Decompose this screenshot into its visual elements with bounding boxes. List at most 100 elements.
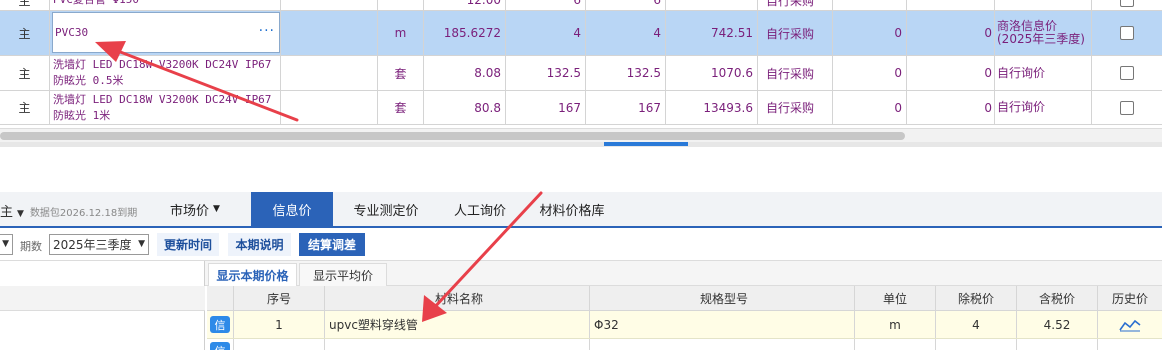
scrollbar-thumb[interactable] — [0, 132, 905, 140]
app-root: 主 PVC复合管 Φ150 12.00 6 6 自行采购 主 m 185.627… — [0, 0, 1162, 350]
chevron-down-icon: ▼ — [213, 204, 220, 214]
header-ex-tax: 除税价 — [936, 286, 1017, 310]
table-row[interactable]: 主 洗墙灯 LED DC18W V3200K DC24V IP67 防眩光 1米… — [0, 91, 1162, 125]
table-row-selected[interactable]: 主 m 185.6272 4 4 742.51 自行采购 0 0 商洛信息价(2… — [0, 11, 1162, 56]
tab-market-price[interactable]: 市场价 ▼ — [152, 192, 238, 226]
info-price-table: 序号 材料名称 规格型号 单位 除税价 含税价 历史价 信 1 upvc塑料穿线… — [207, 286, 1162, 350]
chevron-down-icon: ▼ — [2, 239, 9, 249]
cell-zero — [833, 0, 907, 10]
header-badge — [207, 286, 234, 310]
cell-qty: 167 — [586, 91, 666, 124]
header-unit: 单位 — [855, 286, 936, 310]
cell-price: 80.8 — [424, 91, 506, 124]
package-expiry: 数据包2026.12.18到期 — [29, 208, 138, 219]
cell-source: 自行采购 — [758, 11, 833, 55]
cell-spec — [281, 11, 378, 55]
cell-zero — [907, 0, 995, 10]
cell-name[interactable]: 洗墙灯 LED DC18W V3200K DC24V IP67 防眩光 1米 — [50, 91, 281, 124]
cell-price: 185.6272 — [424, 11, 506, 55]
tab-info-price[interactable]: 信息价 — [251, 192, 333, 226]
table-header: 序号 材料名称 规格型号 单位 除税价 含税价 历史价 — [207, 286, 1162, 311]
cell-unit: m — [378, 11, 424, 55]
history-chart-icon[interactable] — [1119, 318, 1141, 332]
table-row-highlighted[interactable]: 信 1 upvc塑料穿线管 Φ32 m 4 4.52 — [207, 311, 1162, 339]
cell-name — [325, 339, 590, 350]
table-row[interactable]: 信 — [207, 339, 1162, 350]
table-row[interactable]: 主 洗墙灯 LED DC18W V3200K DC24V IP67 防眩光 0.… — [0, 56, 1162, 91]
tab-current-price[interactable]: 显示本期价格 — [208, 263, 297, 286]
cell-type: 主 — [0, 56, 50, 90]
cell-qty: 6 — [506, 0, 586, 10]
cell-zero: 0 — [833, 56, 907, 90]
cell-qty: 132.5 — [506, 56, 586, 90]
chevron-down-icon[interactable]: ▼ — [17, 209, 24, 219]
header-spec: 规格型号 — [590, 286, 855, 310]
cell-checkbox[interactable] — [1092, 11, 1162, 55]
cell-history[interactable] — [1098, 311, 1162, 338]
tab-average-price[interactable]: 显示平均价 — [299, 263, 387, 286]
period-value: 2025年三季度 — [53, 238, 132, 252]
cell-total: 1070.6 — [666, 56, 758, 90]
settlement-adjust-button[interactable]: 结算调差 — [299, 233, 365, 256]
horizontal-scrollbar[interactable] — [0, 128, 1162, 142]
cell-qty: 4 — [506, 11, 586, 55]
header-name: 材料名称 — [325, 286, 590, 310]
tab-professional-price[interactable]: 专业测定价 — [333, 192, 439, 226]
cell-zero: 0 — [907, 91, 995, 124]
cell-history — [1098, 339, 1162, 350]
cell-spec — [281, 0, 378, 10]
name-edit-value: PVC30 — [55, 26, 89, 39]
package-lead-char: 主 — [0, 205, 14, 220]
region-select[interactable]: ▼ — [0, 234, 13, 255]
table-row[interactable]: 主 PVC复合管 Φ150 12.00 6 6 自行采购 — [0, 0, 1162, 11]
cell-total: 13493.6 — [666, 91, 758, 124]
cell-unit: 套 — [378, 91, 424, 124]
cell-checkbox[interactable] — [1092, 91, 1162, 124]
tab-manual-inquiry[interactable]: 人工询价 — [439, 192, 521, 226]
cell-name[interactable]: 洗墙灯 LED DC18W V3200K DC24V IP67 防眩光 0.5米 — [50, 56, 281, 90]
filter-bar: ▼ 期数 2025年三季度 ▼ 更新时间 本期说明 结算调差 — [0, 228, 1162, 261]
cell-checkbox[interactable] — [1092, 0, 1162, 10]
cell-unit: 套 — [378, 56, 424, 90]
cell-note: 自行询价 — [995, 91, 1092, 124]
tab-material-library[interactable]: 材料价格库 — [521, 192, 623, 226]
cell-name: PVC复合管 Φ150 — [50, 0, 281, 10]
period-select[interactable]: 2025年三季度 ▼ — [49, 234, 149, 255]
cell-qty: 6 — [586, 0, 666, 10]
more-options-button[interactable]: ··· — [259, 23, 275, 39]
cell-ex-tax — [936, 339, 1017, 350]
splitter-grip[interactable]: ▼ — [604, 142, 688, 146]
row-checkbox[interactable] — [1120, 0, 1134, 7]
cell-note — [995, 0, 1092, 10]
tab-label: 市场价 — [170, 203, 210, 219]
cell-source: 自行采购 — [758, 56, 833, 90]
empty-area — [0, 147, 1162, 192]
cell-zero: 0 — [907, 11, 995, 55]
tree-header — [0, 286, 205, 311]
region-tree-panel — [0, 261, 205, 350]
cell-zero: 0 — [833, 11, 907, 55]
cell-spec — [590, 339, 855, 350]
cell-price: 8.08 — [424, 56, 506, 90]
row-checkbox[interactable] — [1120, 26, 1134, 40]
price-view-tabs: 显示本期价格 显示平均价 — [205, 261, 1162, 286]
cell-total: 742.51 — [666, 11, 758, 55]
row-checkbox[interactable] — [1120, 66, 1134, 80]
cell-checkbox[interactable] — [1092, 56, 1162, 90]
row-checkbox[interactable] — [1120, 100, 1134, 115]
cell-note: 商洛信息价(2025年三季度) — [995, 11, 1092, 55]
cell-qty: 167 — [506, 91, 586, 124]
period-notes-button[interactable]: 本期说明 — [228, 233, 291, 256]
name-edit-field[interactable]: PVC30 ··· — [52, 12, 280, 53]
cell-unit — [378, 0, 424, 10]
cell-qty: 4 — [586, 11, 666, 55]
cell-unit — [855, 339, 936, 350]
chevron-down-icon: ▼ — [138, 239, 145, 249]
cell-zero: 0 — [907, 56, 995, 90]
cell-price: 12.00 — [424, 0, 506, 10]
tab-label: 人工询价 — [453, 203, 506, 219]
cell-zero: 0 — [833, 91, 907, 124]
data-package-info[interactable]: 主 ▼ 数据包2026.12.18到期 — [0, 201, 137, 220]
update-time-button[interactable]: 更新时间 — [157, 233, 219, 256]
cell-spec — [281, 91, 378, 124]
